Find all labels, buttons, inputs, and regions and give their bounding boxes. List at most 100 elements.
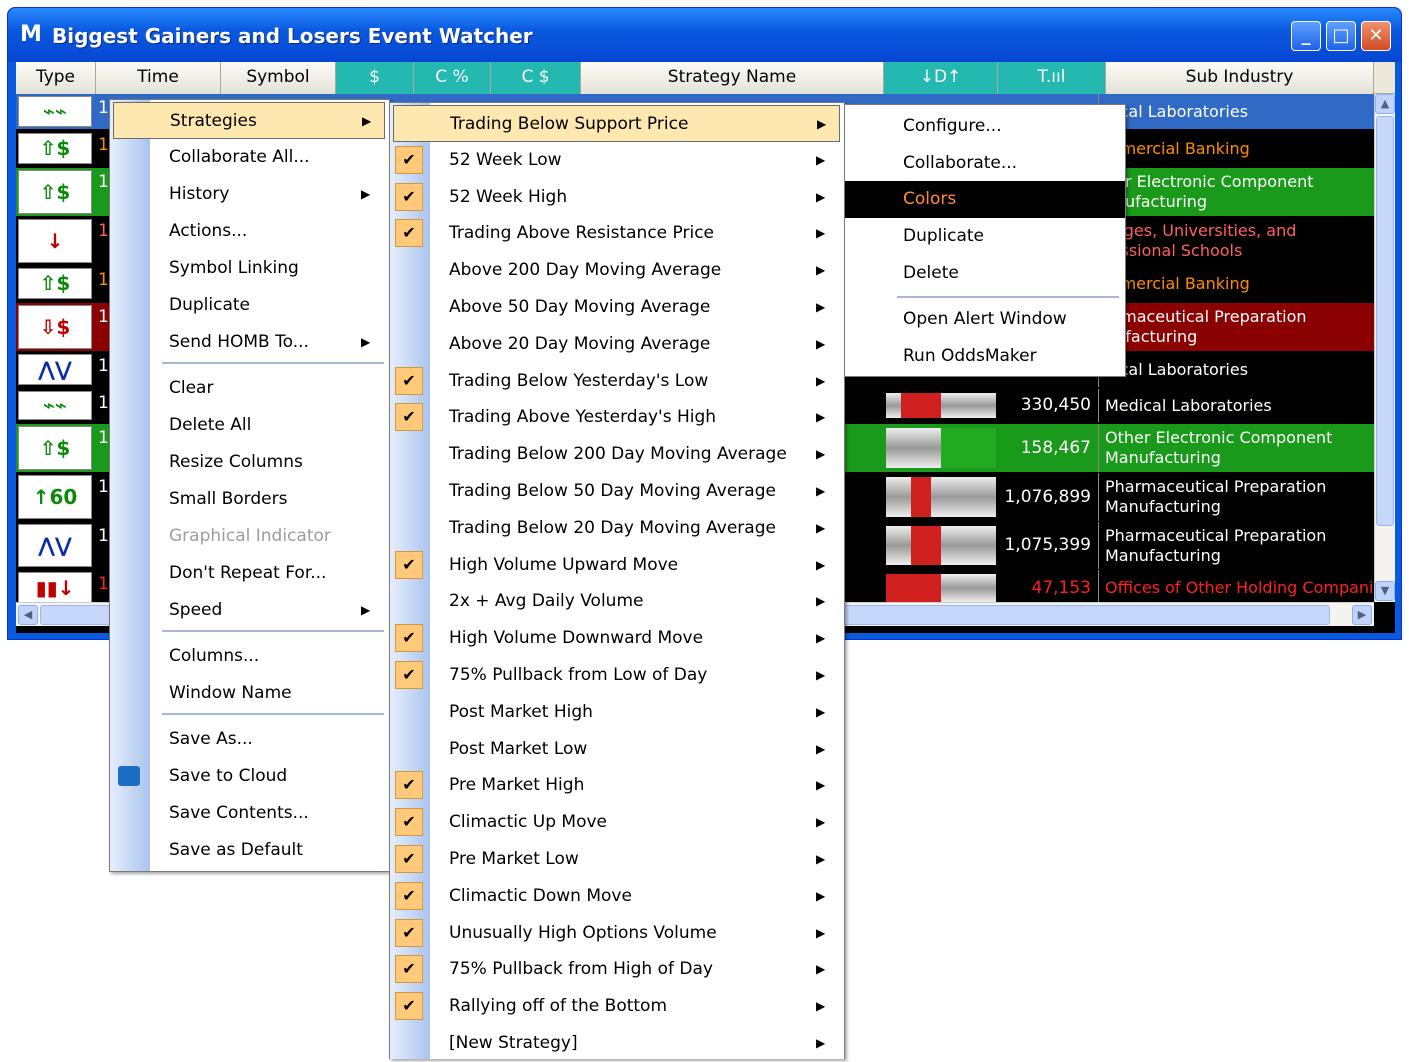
check-icon: ✔ (395, 219, 423, 248)
menu-item[interactable]: Save Contents... (110, 795, 389, 832)
strategy-item[interactable]: ✔ Pre Market High ▶ (390, 767, 844, 804)
column-header[interactable]: ↓D↑ (884, 62, 998, 94)
menu-item[interactable]: Delete All (110, 407, 389, 444)
submenu-item[interactable]: Colors (845, 181, 1125, 218)
strategy-item[interactable]: Above 50 Day Moving Average ▶ (390, 289, 844, 326)
column-header[interactable]: Time (96, 62, 221, 94)
line-chart-icon: ⋀⋁ (18, 524, 92, 567)
menu-item[interactable]: Collaborate All... (110, 139, 389, 176)
menu-item[interactable]: Don't Repeat For... (110, 555, 389, 592)
menu-item[interactable]: Symbol Linking (110, 250, 389, 287)
vertical-scrollbar[interactable]: ▲ ▼ (1374, 94, 1395, 602)
maximize-button[interactable]: □ (1326, 21, 1356, 51)
strategy-item[interactable]: ✔ High Volume Downward Move ▶ (390, 620, 844, 657)
strategy-item[interactable]: ✔ Trading Above Resistance Price ▶ (390, 215, 844, 252)
strategy-item[interactable]: ✔ 75% Pullback from High of Day ▶ (390, 951, 844, 988)
strategy-item[interactable]: ✔ Rallying off of the Bottom ▶ (390, 988, 844, 1025)
column-header[interactable]: Type (16, 62, 96, 94)
strategy-item[interactable]: Trading Below 200 Day Moving Average ▶ (390, 436, 844, 473)
menu-item-label: Speed (169, 600, 223, 620)
menu-item[interactable]: Send HOMB To... ▶ (110, 324, 389, 361)
strategy-label: Post Market High (449, 701, 593, 722)
strategy-label: High Volume Upward Move (449, 554, 679, 575)
submenu-item[interactable]: Open Alert Window (845, 301, 1125, 338)
line-chart-up-icon: ⌁⌁ (18, 391, 92, 420)
column-header[interactable]: $ (336, 62, 414, 94)
column-header[interactable]: Sub Industry (1106, 62, 1374, 94)
submenu-arrow-icon: ▶ (816, 999, 826, 1014)
menu-item[interactable]: History ▶ (110, 176, 389, 213)
sub-industry-cell: dical Laboratories (1098, 352, 1374, 387)
menu-item[interactable]: Save As... (110, 721, 389, 758)
submenu-arrow-icon: ▶ (816, 226, 826, 241)
submenu-item[interactable]: Run OddsMaker (845, 338, 1125, 375)
submenu-arrow-icon: ▶ (817, 117, 827, 131)
minimize-button[interactable]: _ (1291, 21, 1321, 51)
strategy-item[interactable]: ✔ 52 Week Low ▶ (390, 142, 844, 179)
strategy-item[interactable]: ✔ Pre Market Low ▶ (390, 841, 844, 878)
down-dollar-icon: ⇩$ (18, 305, 92, 349)
column-header[interactable]: T.ııl (998, 62, 1106, 94)
column-header[interactable]: Strategy Name (581, 62, 884, 94)
submenu-item[interactable]: Configure... (845, 108, 1125, 145)
submenu-arrow-icon: ▶ (816, 594, 826, 609)
menu-item[interactable]: Actions... (110, 213, 389, 250)
scroll-up-icon[interactable]: ▲ (1375, 94, 1395, 114)
strategy-item[interactable]: ✔ Trading Below Yesterday's Low ▶ (390, 363, 844, 400)
up-dollar-icon: ⇧$ (18, 170, 92, 214)
range-bar-fill (941, 428, 996, 468)
sub-industry-cell: mmercial Banking (1098, 131, 1374, 166)
strategy-item[interactable]: Above 200 Day Moving Average ▶ (390, 252, 844, 289)
submenu-arrow-icon: ▶ (362, 114, 372, 128)
menu-item[interactable]: Columns... (110, 638, 389, 675)
check-icon: ✔ (395, 182, 423, 211)
strategy-item[interactable]: Above 20 Day Moving Average ▶ (390, 326, 844, 363)
strategy-item[interactable]: ✔ Unusually High Options Volume ▶ (390, 915, 844, 952)
menu-item[interactable]: Save as Default (110, 832, 389, 869)
column-header[interactable]: C % (414, 62, 491, 94)
strategy-item[interactable]: 2x + Avg Daily Volume ▶ (390, 583, 844, 620)
submenu-item[interactable]: Delete (845, 255, 1125, 292)
strategy-item[interactable]: ✔ Climactic Up Move ▶ (390, 804, 844, 841)
strategy-label: Trading Below 200 Day Moving Average (449, 444, 787, 465)
strategy-item[interactable]: ✔ 52 Week High ▶ (390, 179, 844, 216)
strategy-item[interactable]: Post Market High ▶ (390, 694, 844, 731)
menu-item[interactable]: Small Borders (110, 481, 389, 518)
submenu-item[interactable]: Duplicate (845, 218, 1125, 255)
strategy-label: 52 Week Low (449, 149, 562, 170)
vertical-scroll-thumb[interactable] (1376, 116, 1394, 526)
menu-item[interactable]: Strategies ▶ (113, 102, 385, 139)
submenu-arrow-icon: ▶ (816, 300, 826, 314)
title-bar[interactable]: M Biggest Gainers and Losers Event Watch… (8, 8, 1401, 62)
strategy-item[interactable]: Trading Below 20 Day Moving Average ▶ (390, 510, 844, 547)
scroll-down-icon[interactable]: ▼ (1375, 581, 1395, 601)
menu-item[interactable]: Speed ▶ (110, 592, 389, 629)
strategy-item[interactable]: ✔ High Volume Upward Move ▶ (390, 547, 844, 584)
scroll-left-icon[interactable]: ◀ (18, 605, 38, 625)
column-header[interactable]: C $ (491, 62, 581, 94)
strategy-item[interactable]: Trading Below Support Price ▶ (393, 105, 840, 142)
menu-item-label: Save As... (169, 729, 253, 749)
scroll-right-icon[interactable]: ▶ (1352, 605, 1372, 625)
menu-item[interactable]: Graphical Indicator (110, 518, 389, 555)
menu-item[interactable]: Window Name (110, 675, 389, 712)
menu-item[interactable]: Clear (110, 370, 389, 407)
menu-item[interactable]: Duplicate (110, 287, 389, 324)
column-header[interactable]: Symbol (221, 62, 336, 94)
strategy-item[interactable]: ✔ 75% Pullback from Low of Day ▶ (390, 657, 844, 694)
menu-item-label: Clear (169, 378, 214, 398)
submenu-arrow-icon: ▶ (816, 704, 826, 719)
strategy-item[interactable]: ✔ Trading Above Yesterday's High ▶ (390, 399, 844, 436)
range-bar-fill (911, 526, 941, 565)
strategy-item[interactable]: [New Strategy] ▶ (390, 1025, 844, 1062)
strategy-item[interactable]: ✔ Climactic Down Move ▶ (390, 878, 844, 915)
submenu-item[interactable]: Collaborate... (845, 145, 1125, 182)
menu-item[interactable]: Resize Columns (110, 444, 389, 481)
volume-cell: 330,450 (1020, 395, 1091, 415)
strategy-item[interactable]: Post Market Low ▶ (390, 731, 844, 768)
menu-item-label: History (169, 184, 230, 204)
menu-item[interactable]: Save to Cloud (110, 758, 389, 795)
submenu-item-label: Duplicate (903, 226, 984, 246)
strategy-item[interactable]: Trading Below 50 Day Moving Average ▶ (390, 473, 844, 510)
close-button[interactable]: ✕ (1361, 21, 1391, 51)
